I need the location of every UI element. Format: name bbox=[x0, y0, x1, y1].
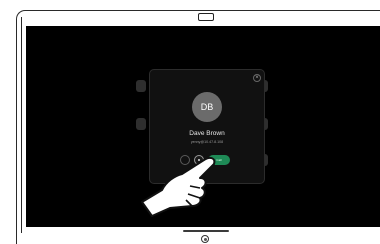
camera-icon bbox=[198, 13, 214, 21]
home-indicator bbox=[183, 230, 229, 232]
pointing-hand-icon bbox=[141, 156, 216, 217]
background-tile bbox=[136, 80, 146, 92]
contact-address: yenny@10.47.8.108 bbox=[190, 140, 224, 144]
close-icon[interactable]: × bbox=[253, 74, 261, 82]
background-tile bbox=[136, 118, 146, 130]
contact-name: Dave Brown bbox=[189, 130, 225, 137]
home-button-icon[interactable] bbox=[201, 235, 209, 243]
avatar: DB bbox=[192, 92, 222, 122]
